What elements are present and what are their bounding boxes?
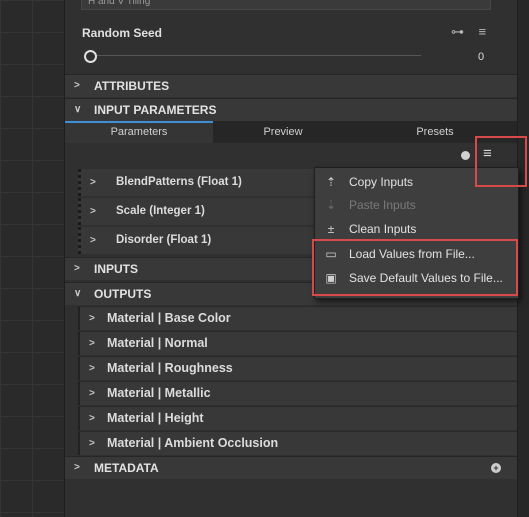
chevron-right-icon: > (90, 235, 96, 246)
list-item[interactable]: > Material | Base Color (78, 306, 517, 330)
list-item[interactable]: > Material | Height (78, 406, 517, 430)
output-label: Material | Ambient Occlusion (107, 436, 279, 450)
output-label: Material | Height (107, 411, 204, 425)
parameter-label: Scale (Integer 1) (116, 205, 205, 217)
add-icon[interactable]: + (491, 463, 501, 473)
list-item[interactable]: > Material | Normal (78, 331, 517, 355)
clean-icon: ± (327, 222, 335, 236)
upload-icon: ⇡ (325, 175, 337, 189)
parameter-label: BlendPatterns (Float 1) (116, 176, 242, 188)
chevron-right-icon: > (74, 462, 80, 473)
output-label: Material | Metallic (107, 386, 211, 400)
tab-preview[interactable]: Preview (213, 121, 353, 143)
random-seed-value[interactable]: 0 (478, 51, 484, 63)
tiling-dropdown[interactable]: H and V Tiling (81, 0, 491, 10)
chevron-right-icon: > (89, 388, 95, 399)
random-seed-label: Random Seed (82, 26, 163, 40)
section-title: INPUT PARAMETERS (94, 103, 217, 117)
chevron-right-icon: > (89, 363, 95, 374)
chevron-right-icon: > (74, 80, 80, 91)
section-attributes[interactable]: > ATTRIBUTES (65, 74, 517, 97)
random-seed-actions: ⊶ ≡ (451, 24, 486, 40)
section-input-parameters[interactable]: ∨ INPUT PARAMETERS (65, 98, 517, 121)
chevron-right-icon: > (89, 338, 95, 349)
section-title: METADATA (94, 461, 159, 475)
add-icon[interactable] (461, 151, 470, 160)
chevron-right-icon: > (89, 313, 95, 324)
tab-parameters[interactable]: Parameters (65, 121, 213, 143)
menu-item-paste-inputs[interactable]: ⇣ Paste Inputs (315, 194, 518, 217)
menu-item-label: Paste Inputs (349, 198, 416, 212)
parameter-tabs: Parameters Preview Presets (65, 121, 517, 143)
graph-canvas-background (0, 0, 64, 517)
chevron-right-icon: > (90, 177, 96, 188)
list-item[interactable]: > Material | Metallic (78, 381, 517, 405)
menu-item-label: Clean Inputs (349, 222, 417, 236)
chevron-right-icon: > (90, 206, 96, 217)
list-item[interactable]: > Material | Ambient Occlusion (78, 431, 517, 455)
parameter-label: Disorder (Float 1) (116, 234, 212, 246)
random-seed-slider-knob[interactable] (84, 50, 97, 63)
download-icon: ⇣ (325, 198, 337, 212)
section-metadata[interactable]: > METADATA + (65, 456, 517, 479)
chevron-right-icon: > (74, 263, 80, 274)
section-title: INPUTS (94, 262, 139, 276)
output-label: Material | Roughness (107, 361, 233, 375)
list-item[interactable]: > Material | Roughness (78, 356, 517, 380)
output-label: Material | Base Color (107, 311, 231, 325)
section-title: ATTRIBUTES (94, 79, 170, 93)
menu-item-label: Copy Inputs (349, 175, 414, 189)
chevron-right-icon: > (89, 413, 95, 424)
highlight-box-menu-button (475, 136, 527, 187)
list-menu-icon[interactable]: ≡ (478, 24, 486, 39)
output-label: Material | Normal (107, 336, 208, 350)
menu-item-clean-inputs[interactable]: ± Clean Inputs (315, 218, 518, 241)
chevron-down-icon: ∨ (74, 104, 82, 115)
tree-link-icon[interactable]: ⊶ (451, 24, 464, 39)
highlight-box-file-actions (312, 239, 518, 296)
chevron-right-icon: > (89, 438, 95, 449)
section-title: OUTPUTS (94, 287, 152, 301)
random-seed-slider-track[interactable] (91, 55, 421, 56)
chevron-down-icon: ∨ (74, 288, 82, 299)
